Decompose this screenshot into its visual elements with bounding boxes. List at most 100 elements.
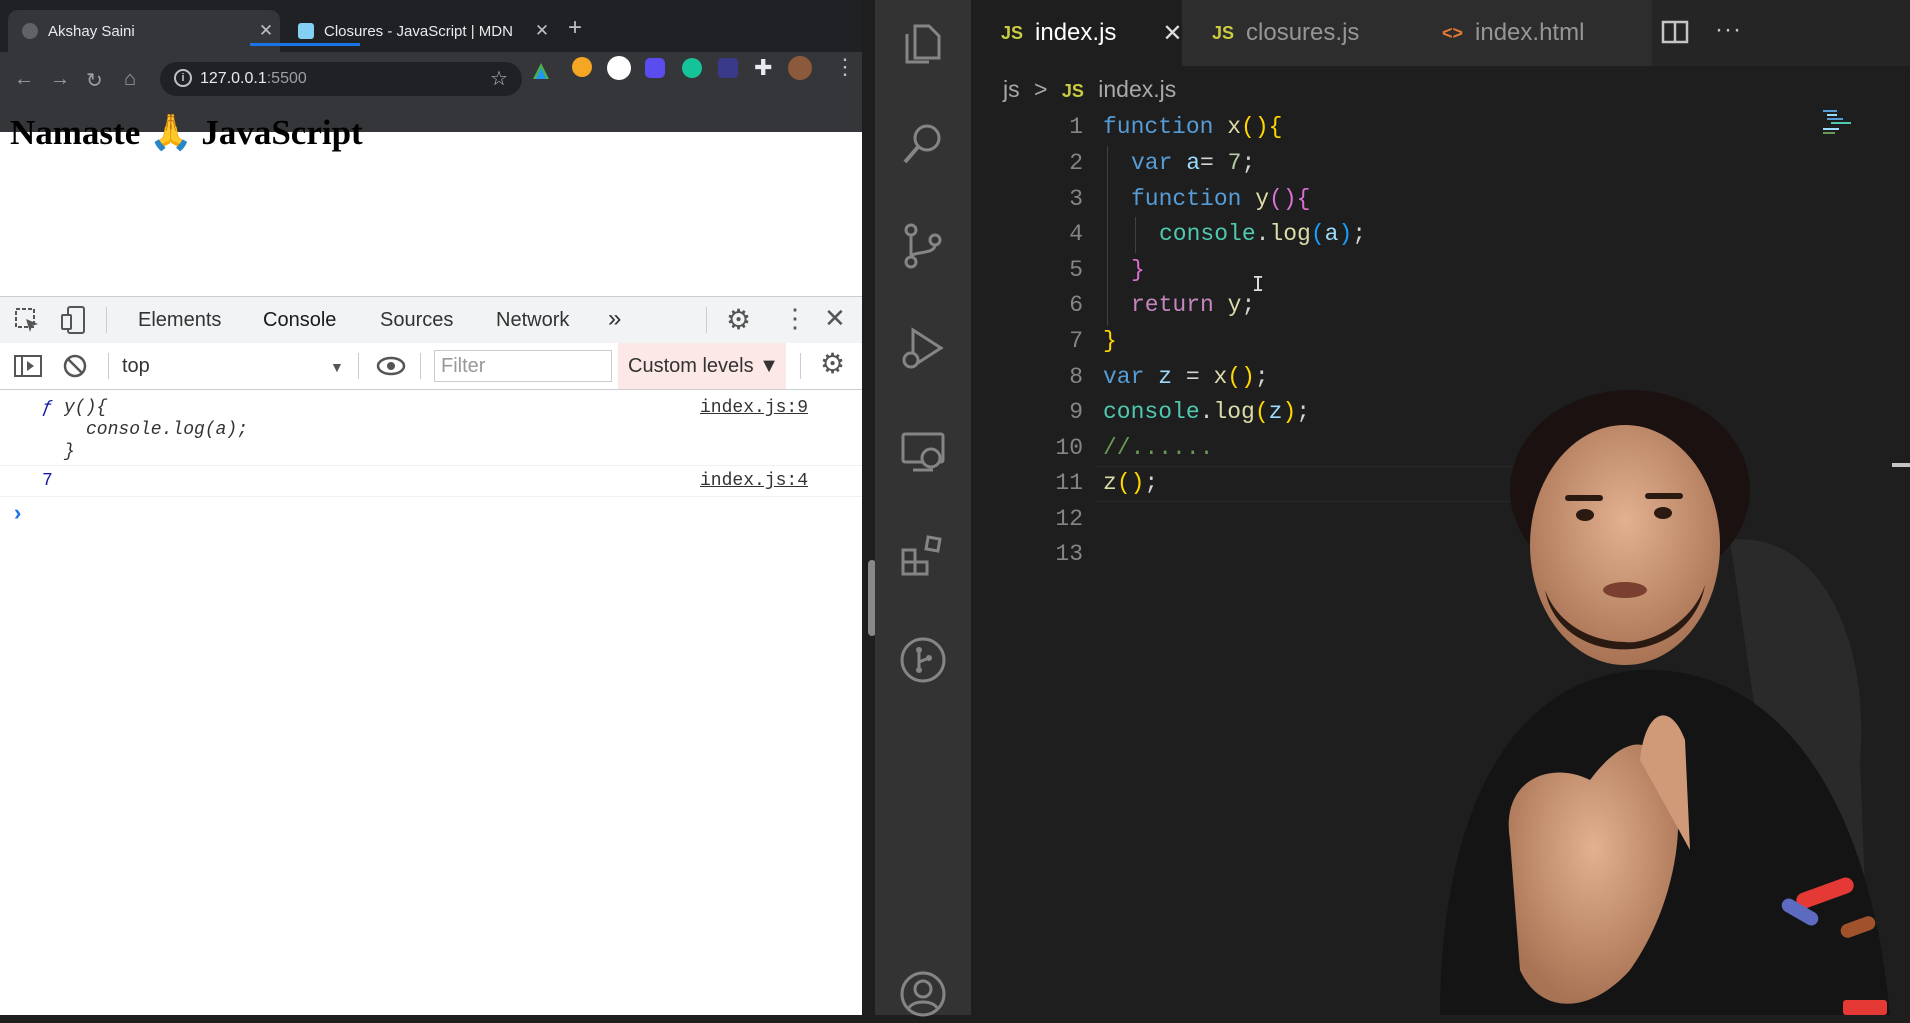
code-line[interactable]: return y; <box>1131 292 1255 318</box>
sidebar-toggle-icon[interactable] <box>14 355 42 377</box>
minimap[interactable] <box>1823 108 1873 136</box>
settings-gear-icon[interactable]: ⚙ <box>726 303 751 336</box>
divider <box>108 353 109 379</box>
token-keyword: var <box>1131 150 1173 176</box>
code-line[interactable]: } <box>1103 328 1117 354</box>
reload-icon[interactable]: ↻ <box>86 68 103 93</box>
back-icon[interactable]: ← <box>14 68 34 91</box>
console-settings-gear-icon[interactable]: ⚙ <box>820 347 845 380</box>
log-levels-dropdown[interactable]: Custom levels ▼ <box>618 343 786 389</box>
console-value: 7 <box>42 471 53 491</box>
console-prompt[interactable]: › <box>14 500 21 526</box>
breadcrumb: js > JS index.js <box>1003 76 1176 103</box>
search-icon[interactable] <box>899 120 947 168</box>
new-tab-button[interactable]: + <box>568 14 582 42</box>
close-tab-icon[interactable]: ✕ <box>528 21 556 41</box>
token-function: x <box>1227 114 1242 140</box>
console-message: 7 index.js:4 <box>0 466 862 497</box>
token-paren: ( <box>1310 221 1325 247</box>
code-line[interactable]: var a= 7; <box>1131 150 1255 176</box>
html-file-icon: <> <box>1442 22 1464 43</box>
split-editor-icon[interactable] <box>1661 20 1689 44</box>
token-variable: z <box>1268 399 1283 425</box>
code-line[interactable]: console.log(a); <box>1159 221 1366 247</box>
devtools-menu-icon[interactable]: ⋮ <box>782 303 808 334</box>
account-icon[interactable] <box>899 970 947 1018</box>
extension-icon[interactable] <box>645 58 665 78</box>
device-toolbar-icon[interactable] <box>60 305 88 335</box>
more-tabs-icon[interactable]: » <box>608 305 621 333</box>
forward-icon[interactable]: → <box>50 68 70 91</box>
tab-index-js[interactable]: JS index.js ✕ <box>971 0 1183 66</box>
close-tab-icon[interactable]: ✕ <box>252 21 280 41</box>
extensions-icon[interactable] <box>899 530 947 578</box>
source-link[interactable]: index.js:9 <box>700 398 808 418</box>
breadcrumb-file[interactable]: index.js <box>1098 76 1176 102</box>
line-number: 5 <box>1069 257 1083 283</box>
breadcrumb-separator: > <box>1034 76 1048 102</box>
token-number: 7 <box>1227 150 1242 176</box>
line-number: 6 <box>1069 292 1083 318</box>
explorer-files-icon[interactable] <box>899 20 947 68</box>
home-icon[interactable]: ⌂ <box>124 68 136 91</box>
chevron-down-icon[interactable]: ▼ <box>330 359 344 375</box>
close-icon[interactable]: ✕ <box>1162 19 1182 48</box>
address-bar[interactable]: i 127.0.0.1:5500 ☆ <box>160 62 522 96</box>
puzzle-extensions-icon[interactable]: ✚ <box>754 55 772 81</box>
token-keyword: function <box>1131 186 1242 212</box>
browser-menu-icon[interactable]: ⋮ <box>834 54 856 80</box>
code-line[interactable]: console.log(z); <box>1103 399 1310 425</box>
token-function: y <box>1255 186 1270 212</box>
code-line[interactable]: //...... <box>1103 435 1213 461</box>
clear-console-icon[interactable] <box>62 353 88 379</box>
indent-guide <box>1135 217 1136 253</box>
inspect-element-icon[interactable] <box>14 307 40 333</box>
close-devtools-icon[interactable]: ✕ <box>824 303 846 334</box>
tab-index-html[interactable]: <> index.html <box>1412 0 1652 66</box>
info-icon[interactable]: i <box>174 69 192 87</box>
code-line[interactable]: function y(){ <box>1131 186 1310 212</box>
extension-icon[interactable] <box>533 63 549 79</box>
tab-label: index.js <box>1035 19 1117 46</box>
source-control-icon[interactable] <box>899 222 947 270</box>
cookie-extension-icon[interactable] <box>572 57 592 77</box>
source-link[interactable]: index.js:4 <box>700 471 808 491</box>
extension-icon[interactable] <box>607 56 631 80</box>
line-number: 7 <box>1069 328 1083 354</box>
code-line[interactable]: var z = x(); <box>1103 364 1269 390</box>
live-expression-eye-icon[interactable] <box>376 353 406 379</box>
tab-console[interactable]: Console <box>263 309 336 332</box>
line-number: 10 <box>1055 435 1083 461</box>
code-line[interactable]: z(); <box>1103 470 1158 496</box>
token-keyword: var <box>1103 364 1145 390</box>
page-content <box>0 132 862 296</box>
tab-network[interactable]: Network <box>496 309 569 332</box>
bookmark-star-icon[interactable]: ☆ <box>490 66 508 91</box>
token-paren: () <box>1241 114 1269 140</box>
grammarly-icon[interactable] <box>682 58 702 78</box>
extension-icon[interactable] <box>718 58 738 78</box>
browser-tab-akshay[interactable]: Akshay Saini ✕ <box>8 10 280 52</box>
token-paren: () <box>1116 470 1145 496</box>
run-debug-icon[interactable] <box>899 324 947 372</box>
remote-explorer-icon[interactable] <box>899 428 947 476</box>
tab-sources[interactable]: Sources <box>380 309 453 332</box>
breadcrumb-folder[interactable]: js <box>1003 76 1020 102</box>
tab-closures-js[interactable]: JS closures.js <box>1182 0 1412 66</box>
filter-input[interactable]: Filter <box>434 350 612 382</box>
code-line[interactable]: } <box>1131 257 1145 283</box>
token-variable: a <box>1324 221 1339 247</box>
tab-elements[interactable]: Elements <box>138 309 221 332</box>
url-port: :5500 <box>266 70 307 87</box>
browser-window: Akshay Saini ✕ Closures - JavaScript | M… <box>0 0 862 1015</box>
more-actions-icon[interactable]: ··· <box>1715 16 1742 44</box>
token-paren: ) <box>1338 221 1353 247</box>
token-semicolon: ; <box>1241 150 1256 176</box>
avatar[interactable] <box>788 56 812 80</box>
git-graph-icon[interactable] <box>899 636 947 684</box>
line-number: 4 <box>1069 221 1083 247</box>
line-number: 13 <box>1055 541 1083 567</box>
indent-guide <box>1107 146 1108 326</box>
context-selector[interactable]: top <box>122 355 150 378</box>
code-line[interactable]: function x(){ <box>1103 114 1282 140</box>
